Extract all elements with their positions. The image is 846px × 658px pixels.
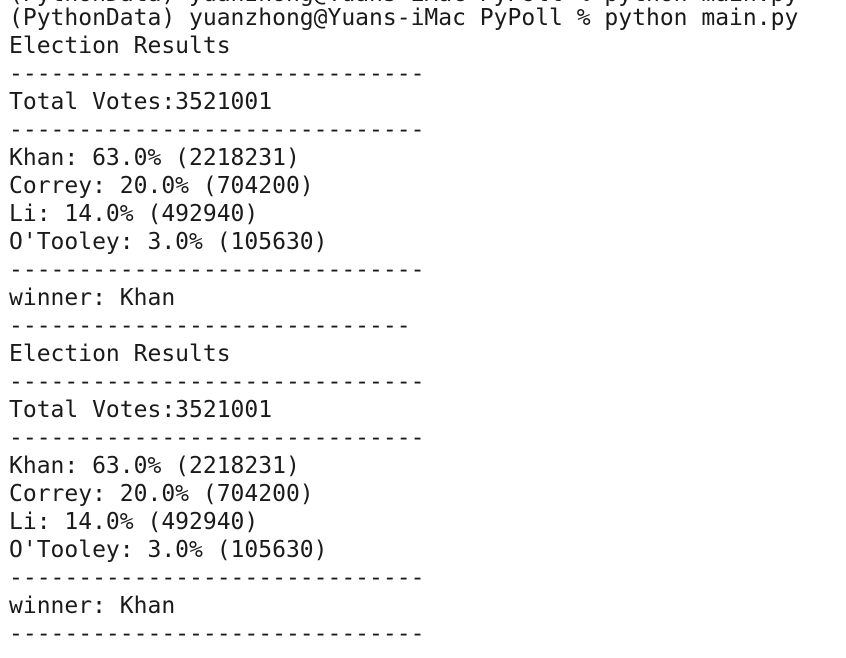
separator-line: ----------------------------- [9, 313, 411, 339]
separator-line: ------------------------------ [9, 257, 425, 283]
candidate-result-line: O'Tooley: 3.0% (105630) [9, 537, 328, 563]
separator-line: ------------------------------ [9, 117, 425, 143]
candidate-result-line: Khan: 63.0% (2218231) [9, 145, 300, 171]
separator-line: ------------------------------ [9, 369, 425, 395]
output-title-line: Election Results [9, 341, 231, 367]
separator-line: ------------------------------ [9, 425, 425, 451]
terminal-window[interactable]: (PythonData) yuanzhong@Yuans-iMac PyPoll… [0, 0, 846, 658]
candidate-result-line: Correy: 20.0% (704200) [9, 481, 314, 507]
winner-line: winner: Khan [9, 593, 176, 619]
separator-line: ------------------------------ [9, 61, 425, 87]
output-title-line: Election Results [9, 33, 231, 59]
separator-line: ------------------------------ [9, 565, 425, 591]
candidate-result-line: Khan: 63.0% (2218231) [9, 453, 300, 479]
total-votes-line: Total Votes:3521001 [9, 89, 273, 115]
total-votes-line: Total Votes:3521001 [9, 397, 273, 423]
terminal-output: (PythonData) yuanzhong@Yuans-iMac PyPoll… [9, 4, 798, 648]
winner-line: winner: Khan [9, 285, 176, 311]
candidate-result-line: Li: 14.0% (492940) [9, 201, 259, 227]
candidate-result-line: O'Tooley: 3.0% (105630) [9, 229, 328, 255]
separator-line: ------------------------------ [9, 621, 425, 647]
candidate-result-line: Correy: 20.0% (704200) [9, 173, 314, 199]
command-prompt-line: (PythonData) yuanzhong@Yuans-iMac PyPoll… [9, 5, 799, 31]
candidate-result-line: Li: 14.0% (492940) [9, 509, 259, 535]
